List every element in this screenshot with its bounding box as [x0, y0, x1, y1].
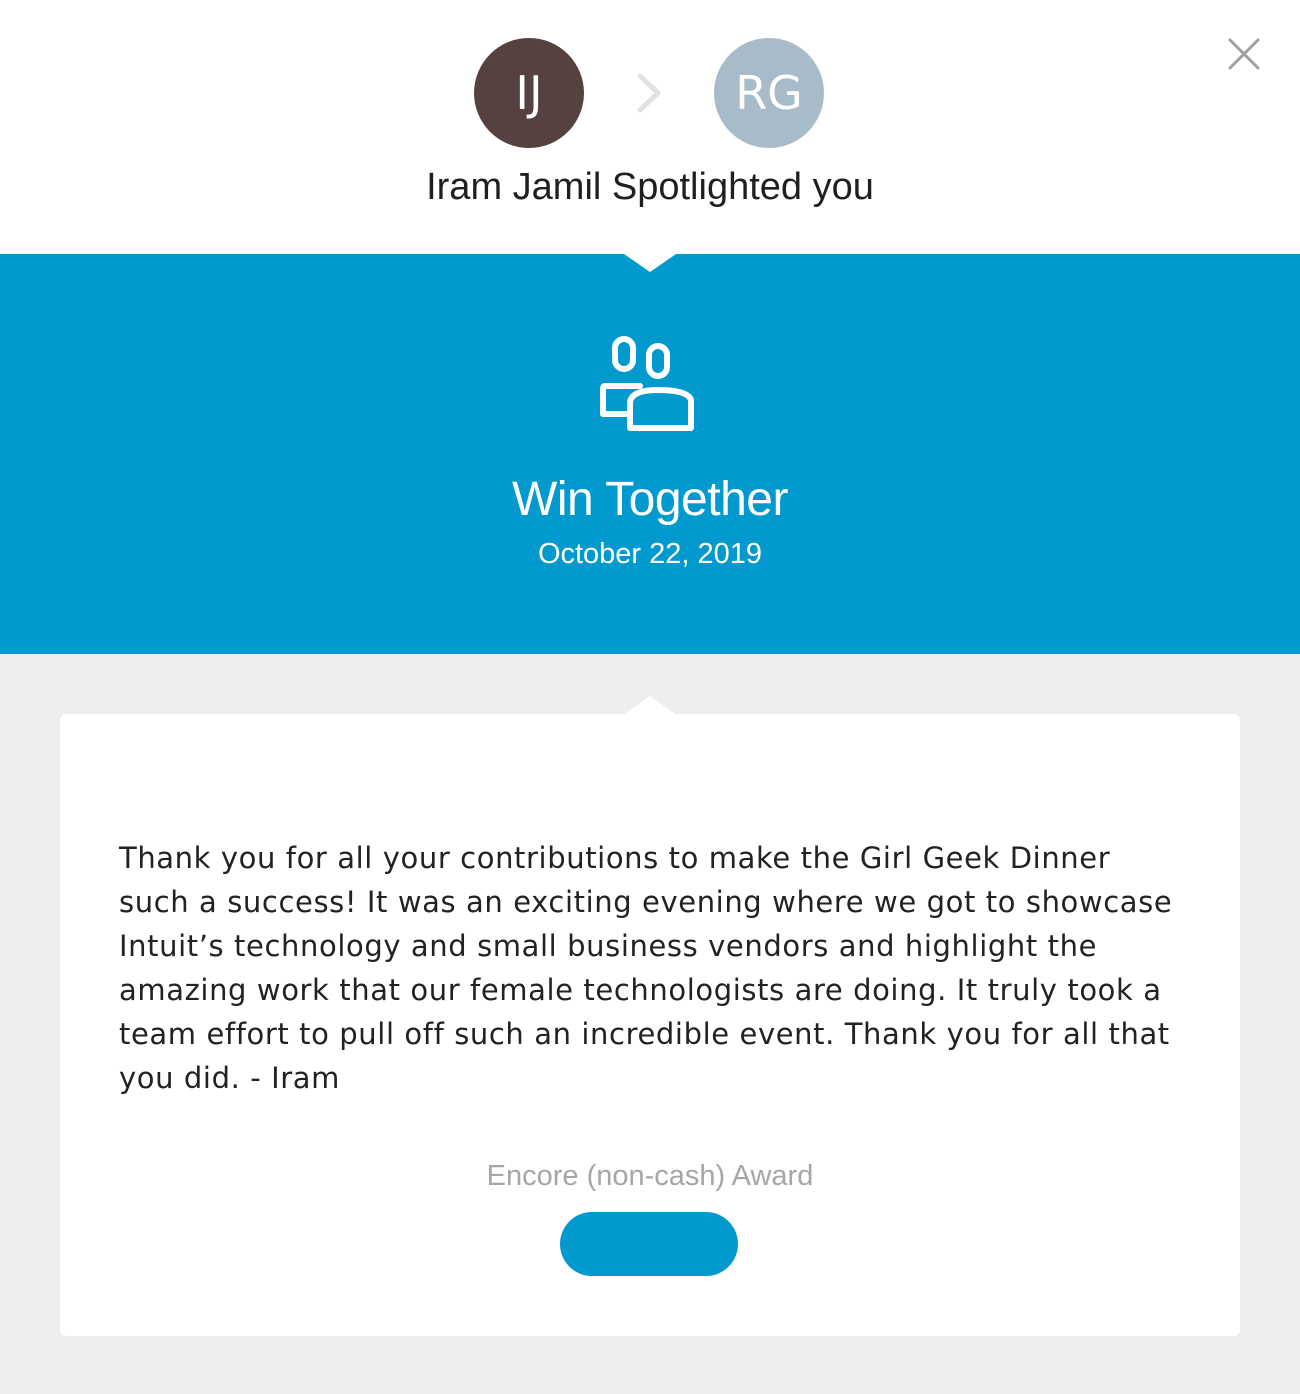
card-notch: [622, 696, 678, 716]
spotlight-header: IJ RG Iram Jamil Spotlighted you: [0, 0, 1300, 254]
team-people-icon: [600, 336, 694, 431]
sender-name[interactable]: Iram Jamil: [426, 166, 601, 208]
award-button[interactable]: [560, 1212, 738, 1276]
award-type-label: Encore (non-cash) Award: [486, 1160, 814, 1192]
award-date: October 22, 2019: [537, 538, 763, 570]
message-card: Thank you for all your contributions to …: [60, 714, 1240, 1336]
target-text: you: [812, 166, 874, 208]
close-icon[interactable]: [1222, 32, 1266, 76]
chevron-right-icon: [637, 73, 661, 113]
award-title: Win Together: [512, 473, 788, 526]
banner-notch: [624, 254, 676, 272]
sender-avatar: IJ: [474, 38, 584, 148]
award-banner: Win Together October 22, 2019: [0, 254, 1300, 654]
recipient-avatar: RG: [714, 38, 824, 148]
action-text: Spotlighted: [611, 166, 803, 208]
spotlight-headline: Iram Jamil Spotlighted you: [0, 166, 1300, 209]
spotlight-message: Thank you for all your contributions to …: [119, 841, 1173, 1095]
